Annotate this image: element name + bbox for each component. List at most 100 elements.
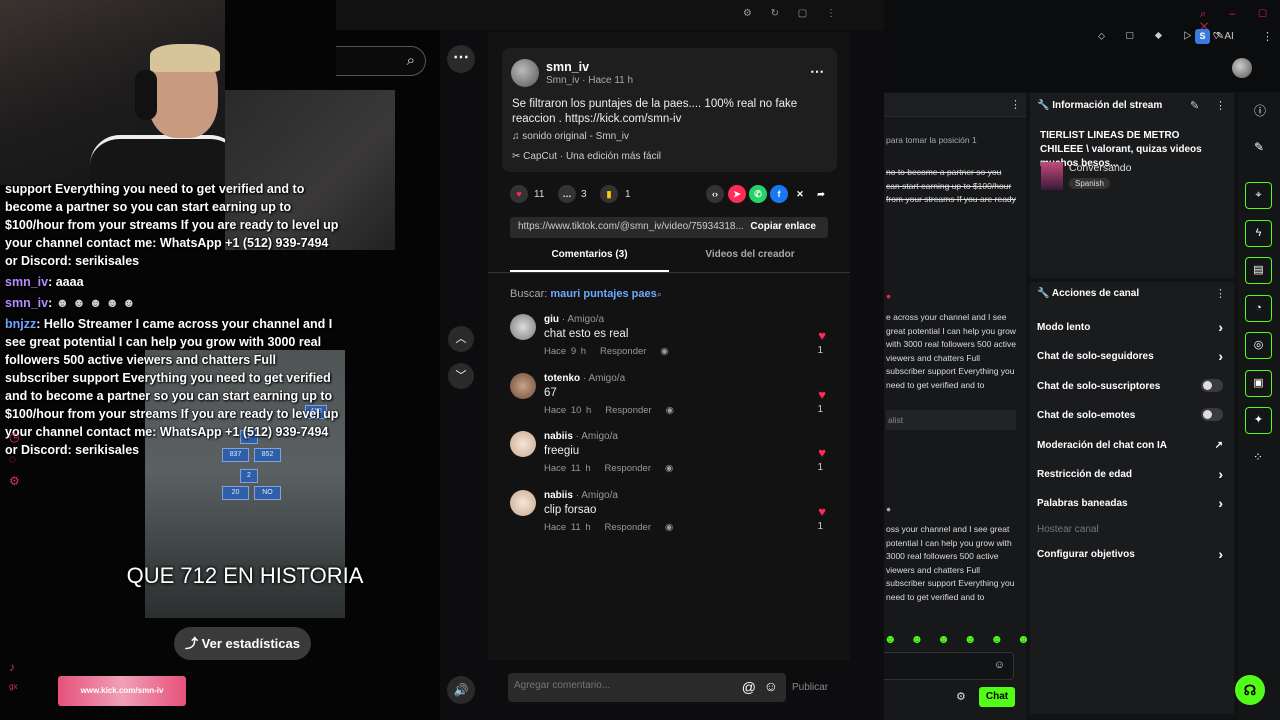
- panel-menu-icon[interactable]: ⋮: [1215, 287, 1226, 300]
- menu-age-restriction[interactable]: Restricción de edad ›: [1037, 466, 1227, 482]
- search-box[interactable]: ⌕: [336, 46, 426, 76]
- bookmark-icon[interactable]: ▮: [600, 185, 618, 203]
- save-count: 1: [625, 189, 631, 200]
- broadcast-icon[interactable]: ◎: [1245, 332, 1272, 359]
- search-icon[interactable]: ⌕: [407, 52, 415, 69]
- commenter-avatar[interactable]: [510, 490, 536, 516]
- comment-input[interactable]: [514, 680, 734, 691]
- chat-menu-icon[interactable]: ⋮: [1010, 98, 1021, 111]
- commenter-name[interactable]: giu · Amigo/a: [544, 314, 604, 325]
- reply-button[interactable]: Responder: [605, 522, 651, 533]
- menu-configure-goals[interactable]: Configurar objetivos ›: [1037, 546, 1227, 562]
- window-tool-icons[interactable]: ⚙ ↻ ▢ ⋮: [743, 8, 844, 19]
- mention-icon[interactable]: @: [742, 679, 756, 695]
- menu-banned-words[interactable]: Palabras baneadas ›: [1037, 495, 1227, 511]
- volume-button[interactable]: 🔊: [447, 676, 475, 704]
- category-thumbnail[interactable]: [1041, 162, 1063, 190]
- commenter-name[interactable]: nabiis · Amigo/a: [544, 431, 618, 442]
- next-video-button[interactable]: ﹀: [448, 363, 474, 389]
- category-name[interactable]: Conversando: [1069, 162, 1131, 174]
- panel-menu-icon[interactable]: ⋮: [1215, 99, 1226, 112]
- publish-button[interactable]: Publicar: [792, 682, 828, 693]
- menu-followers-only[interactable]: Chat de solo-seguidores ›: [1037, 348, 1227, 364]
- reply-button[interactable]: Responder: [605, 463, 651, 474]
- info-icon[interactable]: ⓘ: [1254, 102, 1266, 119]
- reply-button[interactable]: Responder: [605, 405, 651, 416]
- comment-composer: @ ☺: [508, 673, 786, 702]
- emoji-icon[interactable]: ☺: [764, 678, 778, 694]
- profile-badge[interactable]: S: [1195, 29, 1210, 44]
- wrench-tool-icon[interactable]: ✦: [1245, 407, 1272, 434]
- chevron-right-icon: ›: [1218, 466, 1223, 482]
- creator-like-icon: ◉: [664, 463, 674, 474]
- previous-video-button[interactable]: ︿: [448, 326, 474, 352]
- share-icon[interactable]: ➦: [812, 185, 830, 203]
- x-icon[interactable]: ✕: [791, 185, 809, 203]
- commenter-name[interactable]: nabiis · Amigo/a: [544, 490, 618, 501]
- score-box: NO: [254, 486, 281, 500]
- menu-ai-moderation[interactable]: Moderación del chat con IA ↗: [1037, 440, 1227, 451]
- apps-icon[interactable]: ⁘: [1253, 450, 1263, 464]
- toggle-switch[interactable]: [1201, 408, 1223, 421]
- post-more-button[interactable]: ⋯: [810, 63, 824, 80]
- search-suggestion[interactable]: Buscar: mauri puntajes paes⌕: [510, 288, 662, 300]
- more-options-button[interactable]: ⋯: [447, 45, 475, 73]
- document-icon[interactable]: ▤: [1245, 257, 1272, 284]
- heart-icon[interactable]: ♥: [818, 504, 826, 519]
- embed-icon[interactable]: ‹›: [706, 185, 724, 203]
- comment-icon[interactable]: …: [558, 185, 576, 203]
- stream-info-header: 🔧 Información del stream: [1037, 100, 1163, 111]
- heart-icon[interactable]: ♥: [818, 445, 826, 460]
- commenter-avatar[interactable]: [510, 431, 536, 457]
- menu-host-channel[interactable]: Hostear canal: [1037, 524, 1227, 535]
- chat-message: support Everything you need to get verif…: [5, 182, 339, 268]
- user-avatar[interactable]: [1232, 58, 1252, 78]
- ai-button[interactable]: ✎AI: [1216, 31, 1234, 42]
- chat-icon[interactable]: ◔: [1245, 295, 1272, 322]
- creator-like-icon: ◉: [664, 522, 674, 533]
- edit-icon[interactable]: ✎: [1190, 99, 1199, 112]
- comment-meta: Hace 10 h Responder ◉: [544, 405, 674, 416]
- comment-text: chat esto es real: [544, 328, 629, 340]
- whatsapp-icon[interactable]: ✆: [749, 185, 767, 203]
- share-link-row: https://www.tiktok.com/@smn_iv/video/759…: [510, 217, 828, 238]
- lightning-icon[interactable]: ϟ: [1245, 220, 1272, 247]
- chat-settings-icon[interactable]: ⚙: [956, 690, 966, 703]
- menu-emotes-only[interactable]: Chat de solo-emotes: [1037, 408, 1227, 421]
- layout-icon[interactable]: ▣: [1245, 370, 1272, 397]
- reply-button[interactable]: Responder: [600, 346, 646, 357]
- capture-icon[interactable]: ⌖: [1245, 182, 1272, 209]
- emoji-icon[interactable]: ☺: [994, 659, 1005, 671]
- send-icon[interactable]: ➤: [728, 185, 746, 203]
- pencil-icon[interactable]: ✎: [1254, 140, 1264, 154]
- heart-icon[interactable]: ♥: [818, 387, 826, 402]
- emote-bar[interactable]: ☻☻☻☻☻☻: [884, 632, 1044, 646]
- facebook-icon[interactable]: f: [770, 185, 788, 203]
- tab-comments[interactable]: Comentarios (3): [510, 249, 669, 272]
- score-box: 20: [222, 486, 249, 500]
- heart-icon[interactable]: ♥: [818, 328, 826, 343]
- chat-message: smn_iv: ☻ ☻ ☻ ☻ ☻: [5, 296, 136, 310]
- browser-menu-icon[interactable]: ⋮: [1262, 30, 1273, 43]
- chat-message: e across your channel and I see great po…: [886, 312, 1016, 390]
- commenter-avatar[interactable]: [510, 373, 536, 399]
- share-link[interactable]: https://www.tiktok.com/@smn_iv/video/759…: [518, 221, 746, 232]
- menu-slow-mode[interactable]: Modo lento ›: [1037, 319, 1227, 335]
- support-button[interactable]: ☊: [1235, 675, 1265, 705]
- commenter-avatar[interactable]: [510, 314, 536, 340]
- author-avatar[interactable]: [511, 59, 539, 87]
- view-stats-button[interactable]: ⤴ Ver estadísticas: [174, 627, 311, 660]
- copy-link-button[interactable]: Copiar enlace: [750, 221, 816, 232]
- tab-creator-videos[interactable]: Videos del creador: [670, 249, 830, 260]
- commenter-name[interactable]: totenko · Amigo/a: [544, 373, 625, 384]
- comment-like-count: 1: [817, 521, 823, 532]
- toggle-switch[interactable]: [1201, 379, 1223, 392]
- menu-subscribers-only[interactable]: Chat de solo-suscriptores: [1037, 379, 1227, 392]
- sound-row[interactable]: ♫ sonido original - Smn_iv: [512, 131, 629, 142]
- author-meta: Smn_iv · Hace 11 h: [546, 75, 634, 86]
- author-name[interactable]: smn_iv: [546, 60, 589, 74]
- like-icon[interactable]: ♥: [510, 185, 528, 203]
- capcut-row[interactable]: ✂ CapCut · Una edición más fácil: [512, 151, 661, 162]
- chat-input[interactable]: ☺: [884, 652, 1014, 680]
- send-chat-button[interactable]: Chat: [979, 687, 1015, 707]
